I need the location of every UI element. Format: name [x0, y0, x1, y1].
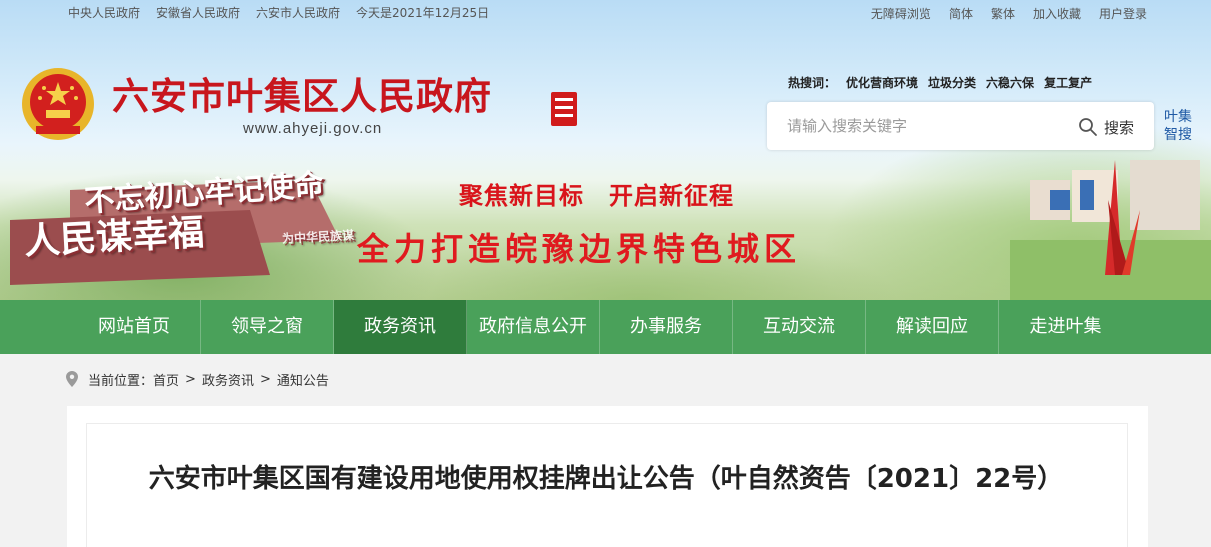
site-title[interactable]: 六安市叶集区人民政府 — [112, 66, 492, 120]
breadcrumb-label: 当前位置： — [88, 373, 154, 389]
breadcrumb: 当前位置： 首页 > 政务资讯 > 通知公告 — [66, 368, 329, 390]
add-favorite-link[interactable]: 加入收藏 — [1033, 5, 1081, 22]
traditional-chinese-link[interactable]: 繁体 — [991, 5, 1015, 22]
gov-link[interactable]: 六安市人民政府 — [256, 4, 340, 21]
hot-search-words: 热搜词： 优化营商环境 垃圾分类 六稳六保 复工复产 — [788, 74, 1092, 91]
monument-text: 人民谋幸福 — [23, 212, 206, 263]
red-seal-icon — [551, 92, 577, 126]
nav-item-about-yeji[interactable]: 走进叶集 — [999, 300, 1132, 354]
hotword-link[interactable]: 优化营商环境 — [846, 74, 918, 91]
hotwords-label: 热搜词： — [788, 76, 837, 90]
hotword-link[interactable]: 复工复产 — [1044, 74, 1092, 91]
search-icon — [1079, 118, 1097, 136]
nav-item-interpretation[interactable]: 解读回应 — [866, 300, 999, 354]
smart-search-link[interactable]: 叶集智搜 — [1158, 108, 1198, 144]
simplified-chinese-link[interactable]: 简体 — [949, 5, 973, 22]
city-buildings-illustration — [1010, 160, 1211, 300]
breadcrumb-notices[interactable]: 通知公告 — [277, 370, 329, 389]
hotword-link[interactable]: 垃圾分类 — [928, 74, 976, 91]
gov-link[interactable]: 安徽省人民政府 — [156, 4, 240, 21]
search-button-label: 搜索 — [1104, 118, 1135, 137]
nav-item-home[interactable]: 网站首页 — [68, 300, 201, 354]
nav-item-interaction[interactable]: 互动交流 — [733, 300, 866, 354]
nav-item-government-news[interactable]: 政务资讯 — [334, 300, 467, 354]
banner-slogan-line2: 全力打造皖豫边界特色城区 — [357, 230, 802, 268]
nav-item-services[interactable]: 办事服务 — [600, 300, 733, 354]
banner-slogan-line1: 聚焦新目标 开启新征程 — [459, 182, 734, 210]
location-pin-icon — [66, 371, 78, 387]
nav-item-leaders[interactable]: 领导之窗 — [201, 300, 334, 354]
user-login-link[interactable]: 用户登录 — [1099, 5, 1147, 22]
header-banner: 不忘初心牢记使命 人民谋幸福 为中华民族谋 中央人民政府 安徽省人民政府 六安市… — [0, 0, 1211, 300]
accessibility-link[interactable]: 无障碍浏览 — [871, 5, 931, 22]
breadcrumb-government-news[interactable]: 政务资讯 — [202, 370, 254, 389]
search-input[interactable] — [787, 114, 1067, 138]
top-utility-bar: 中央人民政府 安徽省人民政府 六安市人民政府 今天是2021年12月25日 无障… — [0, 0, 1211, 24]
breadcrumb-separator: > — [259, 371, 271, 387]
hotword-link[interactable]: 六稳六保 — [986, 74, 1034, 91]
gov-link[interactable]: 中央人民政府 — [68, 4, 140, 21]
national-emblem-icon — [22, 68, 94, 140]
search-button[interactable]: 搜索 — [1078, 114, 1134, 140]
article-title: 六安市叶集区国有建设用地使用权挂牌出让公告（叶自然资告〔2021〕22号） — [148, 464, 1064, 494]
site-url: www.ahyeji.gov.cn — [243, 120, 383, 137]
breadcrumb-separator: > — [185, 371, 196, 387]
nav-item-information-disclosure[interactable]: 政府信息公开 — [467, 300, 600, 354]
breadcrumb-home[interactable]: 首页 — [153, 370, 179, 389]
date-text: 今天是2021年12月25日 — [356, 6, 490, 20]
main-navigation: 网站首页 领导之窗 政务资讯 政府信息公开 办事服务 互动交流 解读回应 走进叶… — [0, 300, 1211, 354]
